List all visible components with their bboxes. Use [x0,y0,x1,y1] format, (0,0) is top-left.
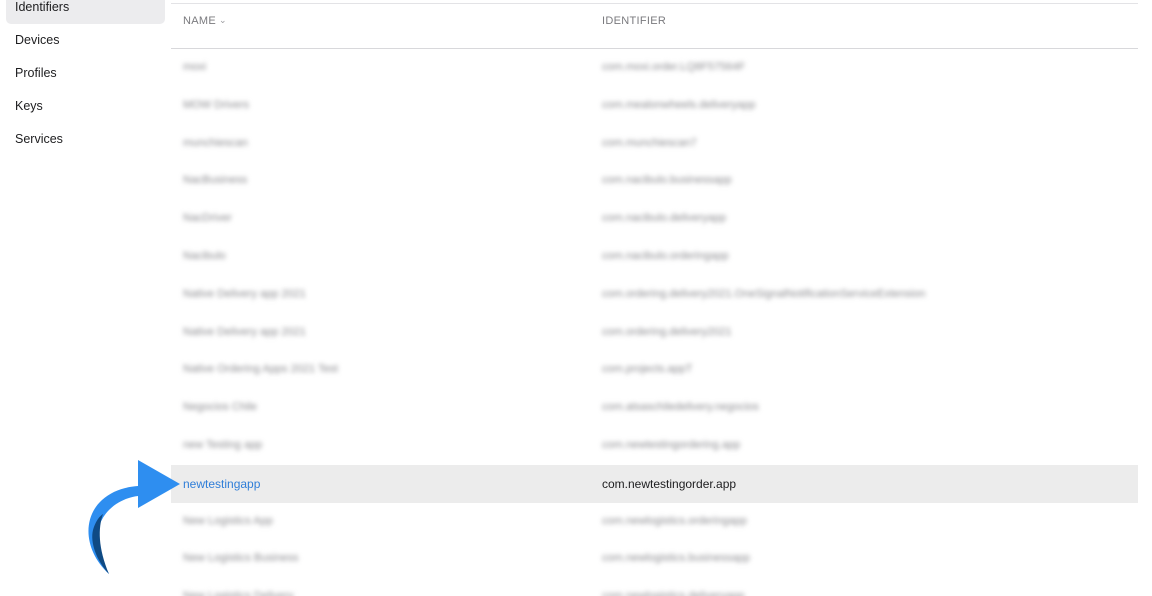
identifier-name: Native Ordering Apps 2021 Test [183,363,339,376]
identifier-name: New Logistics Business [183,552,299,565]
column-header-name[interactable]: NAME ⌄ [183,15,227,27]
identifier-name-link[interactable]: newtestingapp [183,477,260,491]
table-header: NAME ⌄ IDENTIFIER [171,4,1138,49]
identifier-name: munchiescan [183,136,248,149]
identifier-value: com.moxi.order.LQ8F57564F [602,61,746,73]
identifier-name: Native Delivery app 2021 [183,287,306,300]
table-row[interactable]: munchiescan com.munchiescan7 [171,125,1138,163]
identifier-name: New Logistics Delivery [183,590,294,596]
identifier-name: moxi [183,61,207,73]
curved-arrow-icon [88,460,180,574]
table-row[interactable]: New Logistics Delivery com.newlogistics.d… [171,578,1138,596]
sidebar-item-label: Devices [15,33,60,47]
sidebar-item-devices[interactable]: Devices [6,33,165,63]
sidebar-item-keys[interactable]: Keys [6,99,165,129]
sidebar-item-label: Keys [15,99,43,113]
identifier-name: new Testing app [183,438,263,451]
column-header-label: NAME [183,15,216,27]
sidebar-item-label: Services [15,132,63,146]
identifier-value: com.newlogistics.businessapp [602,552,750,565]
sidebar-item-identifiers[interactable]: Identifiers [6,0,165,24]
identifier-value: com.newlogistics.orderingapp [602,514,747,527]
table-row[interactable]: NacDriver com.nacibulo.deliveryapp [171,200,1138,238]
table-row[interactable]: Native Delivery app 2021 com.ordering.del… [171,314,1138,352]
column-header-identifier[interactable]: IDENTIFIER [602,15,666,27]
identifier-value: com.munchiescan7 [602,136,697,149]
sidebar-item-label: Profiles [15,66,57,80]
identifier-value: com.ordering.delivery2021 [602,325,732,338]
identifier-name: Negocios Chile [183,401,257,414]
identifier-value: com.newtestingorder.app [602,476,737,491]
identifier-name: NacBusiness [183,174,248,187]
table-row[interactable]: Negocios Chile com.atsaschiledelivery.neg… [171,389,1138,427]
table-row[interactable]: New Logistics App com.newlogistics.orderi… [171,503,1138,541]
sidebar-item-label: Identifiers [15,0,70,14]
identifier-value: com.projects.appT [602,363,693,376]
identifier-value: com.newlogistics.deliveryapp [602,590,744,596]
identifier-value: com.newtestingordering.app [602,438,741,451]
table-row[interactable]: MOW Drivers com.mealonwheels.deliveryapp [171,87,1138,125]
identifier-value: com.atsaschiledelivery.negocios [602,401,759,414]
table-row[interactable]: moxi com.moxi.order.LQ8F57564F [171,49,1138,87]
table-row[interactable]: new Testing app com.newtestingordering.ap… [171,427,1138,465]
identifier-value: com.nacibulo.orderingapp [602,249,729,262]
table-row[interactable]: Nacibulo com.nacibulo.orderingapp [171,238,1138,276]
table-row[interactable]: Native Ordering Apps 2021 Test com.projec… [171,351,1138,389]
identifier-name: New Logistics App [183,514,273,527]
identifier-value: com.nacibulo.deliveryapp [602,212,727,225]
table-row[interactable]: NacBusiness com.nacibulo.businessapp [171,162,1138,200]
sidebar-item-services[interactable]: Services [6,132,165,162]
identifier-name: Nacibulo [183,249,226,262]
table-body: moxi com.moxi.order.LQ8F57564F MOW Drivers… [171,49,1138,596]
table-row[interactable]: Native Delivery app 2021 com.ordering.del… [171,276,1138,314]
identifiers-table: NAME ⌄ IDENTIFIER moxi com.moxi.order.LQ8F… [171,0,1138,596]
identifier-value: com.ordering.delivery2021.OneSignalNotif… [602,287,926,300]
identifier-name: MOW Drivers [183,98,249,111]
table-row[interactable]: New Logistics Business com.newlogistics.b… [171,540,1138,578]
column-header-label: IDENTIFIER [602,15,667,27]
chevron-down-icon: ⌄ [218,15,227,25]
identifier-name: Native Delivery app 2021 [183,325,306,338]
table-row[interactable]: newtestingapp com.newtestingorder.app [171,464,1138,503]
identifier-value: com.mealonwheels.deliveryapp [602,98,756,111]
identifier-value: com.nacibulo.businessapp [602,174,732,187]
sidebar-item-profiles[interactable]: Profiles [6,66,165,96]
identifier-name: NacDriver [183,212,232,225]
